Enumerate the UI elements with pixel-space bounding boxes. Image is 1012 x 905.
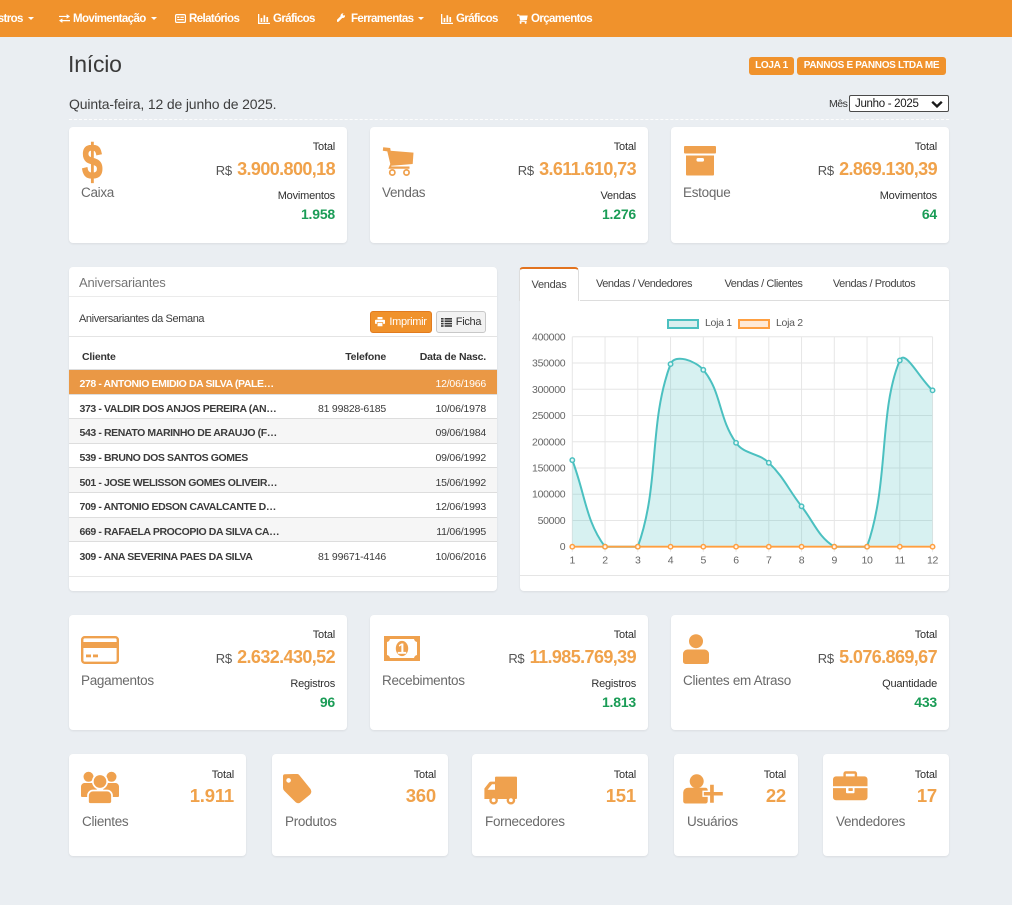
svg-text:150000: 150000 (532, 462, 566, 474)
svg-text:100000: 100000 (532, 489, 566, 501)
svg-text:12: 12 (927, 555, 939, 567)
svg-text:400000: 400000 (532, 331, 566, 343)
svg-text:6: 6 (733, 555, 739, 567)
svg-text:10: 10 (862, 555, 874, 567)
svg-text:9: 9 (832, 555, 838, 567)
svg-text:3: 3 (635, 555, 641, 567)
svg-text:300000: 300000 (532, 384, 566, 396)
svg-text:2: 2 (602, 555, 608, 567)
svg-text:7: 7 (766, 555, 772, 567)
svg-text:250000: 250000 (532, 410, 566, 422)
svg-text:8: 8 (799, 555, 805, 567)
svg-text:1: 1 (398, 642, 406, 658)
svg-text:1: 1 (570, 555, 576, 567)
svg-text:5: 5 (701, 555, 707, 567)
svg-text:4: 4 (668, 555, 674, 567)
svg-text:50000: 50000 (538, 515, 566, 527)
svg-text:200000: 200000 (532, 436, 566, 448)
svg-text:0: 0 (560, 541, 566, 553)
svg-text:350000: 350000 (532, 358, 566, 370)
svg-text:11: 11 (895, 555, 906, 567)
